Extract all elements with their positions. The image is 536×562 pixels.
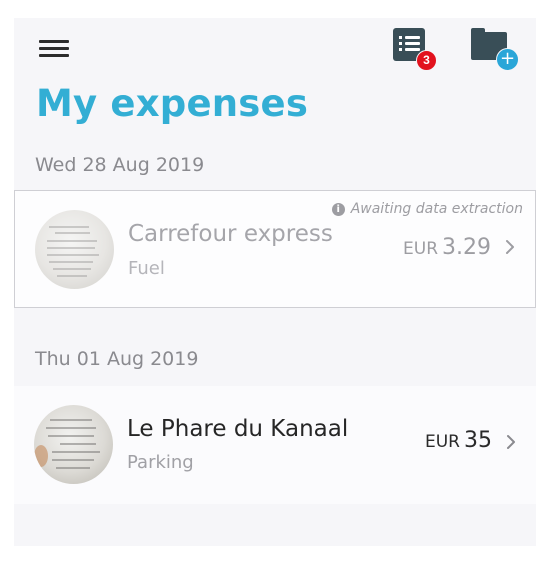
date-header: Thu 01 Aug 2019 <box>35 348 199 370</box>
chevron-right-icon <box>502 237 518 257</box>
currency: EUR <box>403 239 439 259</box>
expense-category: Parking <box>127 452 194 473</box>
receipt-list-button[interactable]: 3 <box>391 26 437 72</box>
extraction-status: i Awaiting data extraction <box>331 201 523 217</box>
merchant-name: Carrefour express <box>128 221 333 247</box>
menu-icon[interactable] <box>39 38 69 58</box>
info-icon: i <box>331 203 345 216</box>
add-folder-button[interactable]: + <box>469 26 521 74</box>
pending-count-badge: 3 <box>416 50 437 71</box>
expense-item[interactable]: i Awaiting data extraction Carrefour expr… <box>14 190 536 308</box>
receipt-thumbnail <box>34 405 113 484</box>
expense-amount: EUR 3.29 <box>403 235 491 260</box>
merchant-name: Le Phare du Kanaal <box>127 416 349 442</box>
expense-category: Fuel <box>128 258 165 279</box>
page-title: My expenses <box>36 82 309 125</box>
date-header: Wed 28 Aug 2019 <box>35 154 205 176</box>
app-screen: 3 + My expenses Wed 28 Aug 2019 i Awaitin… <box>14 18 536 546</box>
currency: EUR <box>425 432 460 452</box>
top-bar: 3 + <box>14 18 536 78</box>
plus-icon: + <box>496 48 519 71</box>
amount-value: 35 <box>464 428 492 453</box>
amount-value: 3.29 <box>442 235 491 260</box>
receipt-thumbnail <box>35 210 114 289</box>
chevron-right-icon <box>503 432 519 452</box>
expense-amount: EUR 35 <box>425 428 492 453</box>
expense-item[interactable]: Le Phare du Kanaal Parking EUR 35 <box>14 386 536 504</box>
